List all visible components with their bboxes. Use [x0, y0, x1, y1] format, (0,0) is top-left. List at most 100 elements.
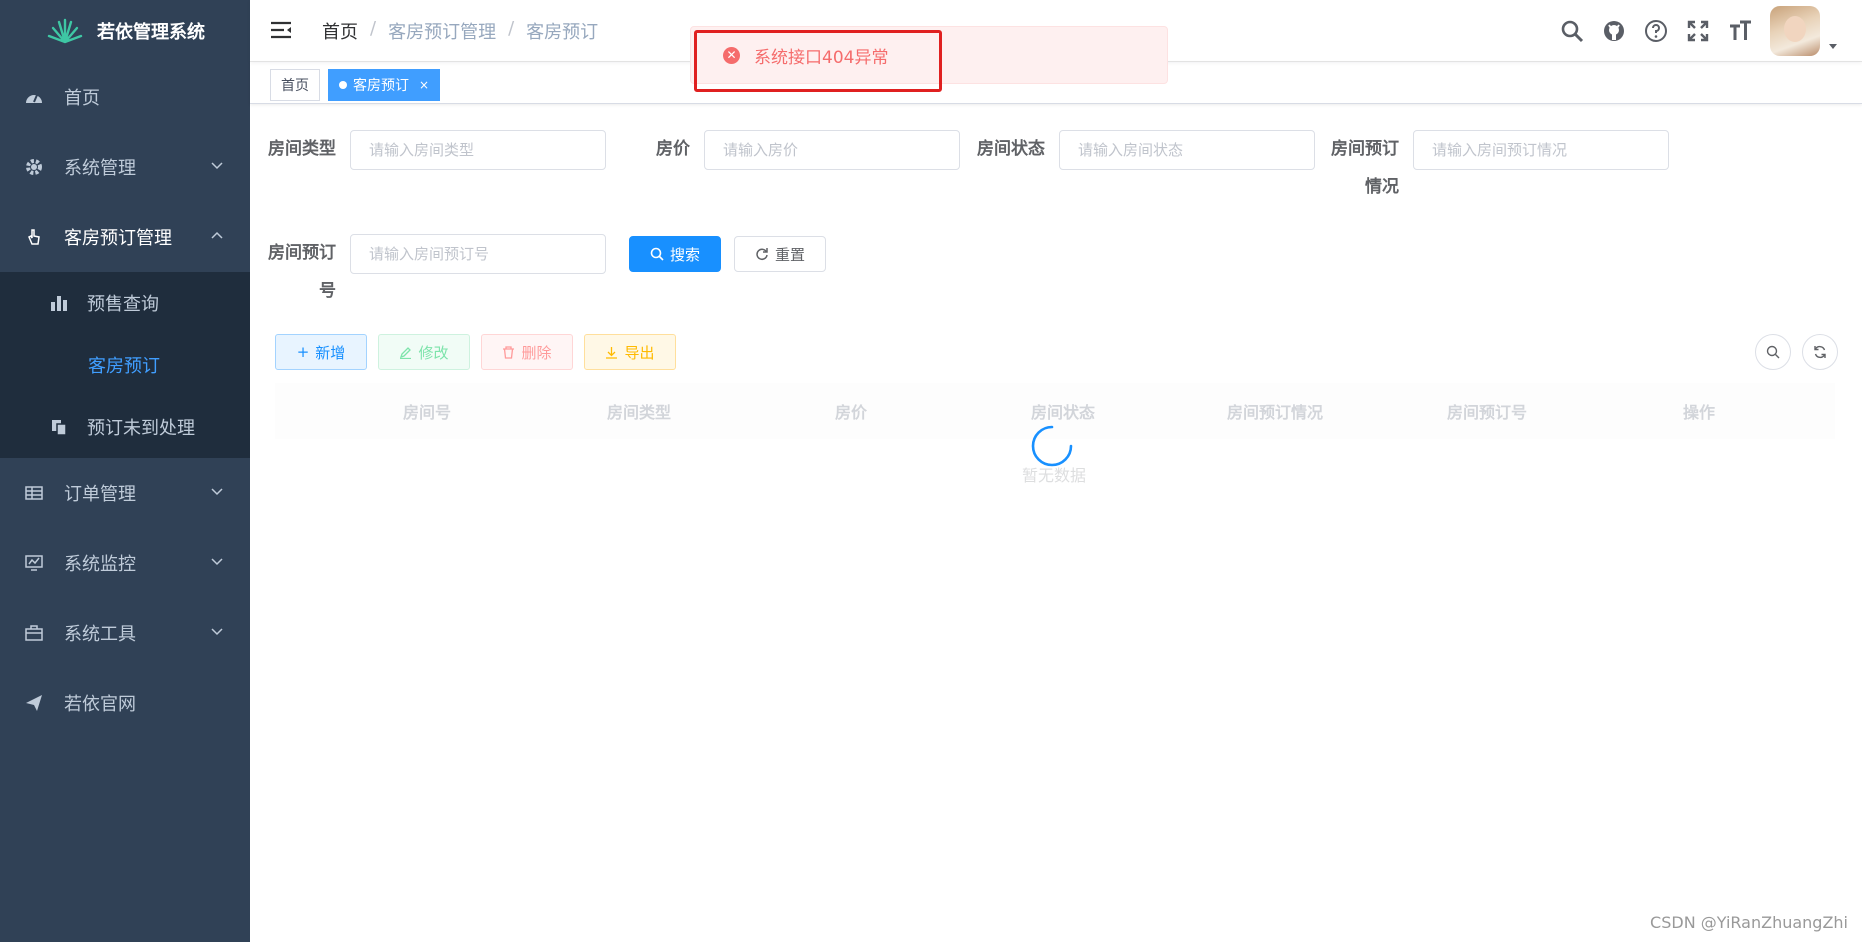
sidebar-item-system[interactable]: 系统管理: [0, 132, 250, 202]
sidebar-item-room-booking[interactable]: 客房预订管理: [0, 202, 250, 272]
search-icon[interactable]: [1560, 19, 1584, 43]
refresh-table-button[interactable]: [1802, 334, 1838, 370]
add-button-label: 新增: [315, 343, 346, 362]
reset-button[interactable]: 重置: [734, 236, 826, 272]
breadcrumb-item-room-booking[interactable]: 客房预订管理: [388, 18, 496, 44]
download-icon: [606, 346, 618, 359]
sidebar-subitem-room-reservation[interactable]: 客房预订: [0, 334, 250, 396]
sidebar-item-orders[interactable]: 订单管理: [0, 458, 250, 528]
empty-text: 暂无数据: [1021, 466, 1086, 485]
reset-button-label: 重置: [774, 245, 805, 264]
column-header: 操作: [1682, 403, 1715, 422]
help-icon[interactable]: [1644, 19, 1668, 43]
breadcrumb-item-current: 客房预订: [526, 22, 599, 43]
breadcrumb-item-home[interactable]: 首页: [322, 18, 358, 44]
add-button[interactable]: + 新增: [275, 334, 367, 370]
sidebar: 若依管理系统 首页 系统管理 客房预订管理 预售查询 客房预订 预订未到处理 订…: [0, 0, 250, 942]
sidebar-subitem-no-show[interactable]: 预订未到处理: [0, 396, 250, 458]
sidebar-item-label: 系统监控: [64, 554, 136, 575]
hand-icon: [24, 227, 44, 247]
dashboard-icon: [24, 87, 44, 107]
breadcrumb-separator: /: [370, 18, 377, 39]
tag-room-reservation[interactable]: 客房预订 ×: [328, 69, 441, 101]
sidebar-item-ruoyi-site[interactable]: 若依官网: [0, 668, 250, 738]
sidebar-subitem-label: 客房预订: [88, 356, 160, 377]
logo-icon: [47, 18, 83, 44]
search-button-label: 搜索: [669, 245, 700, 264]
export-button[interactable]: 导出: [584, 334, 676, 370]
form-field-booking-number: 房间预订号 请输入房间预订号: [264, 234, 606, 310]
watermark: CSDN @YiRanZhuangZhi: [1650, 913, 1848, 932]
column-header: 房间类型: [606, 403, 671, 422]
send-icon: [24, 693, 44, 713]
github-icon[interactable]: [1602, 19, 1626, 43]
sidebar-subitem-presale-query[interactable]: 预售查询: [0, 272, 250, 334]
breadcrumb: 首页 / 客房预订管理 / 客房预订: [322, 18, 598, 44]
delete-button[interactable]: 删除: [481, 334, 573, 370]
form-label: 房间预订情况: [1331, 139, 1399, 197]
column-header: 房间预订情况: [1226, 403, 1323, 422]
search-icon: [650, 247, 664, 261]
tag-label: 客房预订: [353, 78, 409, 94]
export-button-label: 导出: [624, 343, 655, 362]
form-field-booking-status: 房间预订情况 请输入房间预订情况: [1327, 130, 1669, 206]
column-header: 房价: [834, 403, 867, 422]
sidebar-item-label: 若依官网: [64, 694, 136, 715]
hamburger-icon[interactable]: [270, 20, 292, 40]
edit-button[interactable]: 修改: [378, 334, 470, 370]
form-label: 房间状态: [977, 139, 1045, 159]
column-header: 房间预订号: [1446, 403, 1527, 422]
column-header: 房间号: [402, 403, 451, 422]
form-label: 房价: [656, 139, 690, 159]
form-field-room-status: 房间状态 请输入房间状态: [973, 130, 1315, 170]
copy-icon: [48, 416, 70, 438]
sidebar-subitem-label: 预售查询: [87, 294, 159, 315]
price-input[interactable]: 请输入房价: [704, 130, 960, 170]
room-status-input[interactable]: 请输入房间状态: [1059, 130, 1315, 170]
booking-number-input[interactable]: 请输入房间预订号: [350, 234, 606, 274]
trash-icon: [503, 345, 515, 359]
font-size-icon[interactable]: [1728, 19, 1752, 43]
search-icon: [1766, 345, 1780, 359]
sidebar-item-label: 系统工具: [64, 624, 136, 645]
sidebar-item-label: 客房预订管理: [64, 228, 172, 249]
caret-down-icon[interactable]: [1828, 41, 1838, 51]
room-type-input[interactable]: 请输入房间类型: [350, 130, 606, 170]
main-content: 房间类型 请输入房间类型 房价 请输入房价 房间状态 请输入房间状态 房间预订情…: [250, 104, 1862, 942]
close-icon[interactable]: ×: [419, 78, 429, 92]
submenu-room-booking: 预售查询 客房预订 预订未到处理: [0, 272, 250, 458]
breadcrumb-separator: /: [508, 18, 515, 39]
chevron-down-icon: [211, 162, 223, 170]
bar-chart-icon: [48, 292, 70, 314]
refresh-icon: [756, 248, 768, 261]
delete-button-label: 删除: [521, 343, 552, 362]
highlight-box: [694, 30, 942, 92]
monitor-icon: [24, 553, 44, 573]
tag-label: 首页: [281, 78, 309, 94]
table-icon: [24, 483, 44, 503]
booking-status-input[interactable]: 请输入房间预订情况: [1413, 130, 1669, 170]
sidebar-item-monitor[interactable]: 系统监控: [0, 528, 250, 598]
edit-icon: [400, 346, 412, 359]
column-header: 房间状态: [1030, 403, 1095, 422]
app-logo[interactable]: 若依管理系统: [0, 0, 250, 62]
sidebar-item-home[interactable]: 首页: [0, 62, 250, 132]
sidebar-item-tools[interactable]: 系统工具: [0, 598, 250, 668]
sidebar-subitem-label: 预订未到处理: [87, 418, 195, 439]
chevron-down-icon: [211, 488, 223, 496]
active-dot-icon: [339, 81, 347, 89]
refresh-icon: [1814, 345, 1826, 359]
navbar-right-menu: [1560, 6, 1838, 56]
app-title: 若依管理系统: [97, 22, 205, 43]
fullscreen-icon[interactable]: [1686, 19, 1710, 43]
plus-icon: +: [296, 343, 310, 361]
toggle-search-button[interactable]: [1755, 334, 1791, 370]
chevron-up-icon: [211, 231, 223, 239]
form-label: 房间预订号: [268, 243, 336, 301]
search-button[interactable]: 搜索: [629, 236, 721, 272]
gear-icon: [24, 157, 44, 177]
edit-button-label: 修改: [418, 343, 449, 362]
tag-home[interactable]: 首页: [270, 69, 320, 101]
avatar[interactable]: [1770, 6, 1820, 56]
sidebar-item-label: 订单管理: [64, 484, 136, 505]
